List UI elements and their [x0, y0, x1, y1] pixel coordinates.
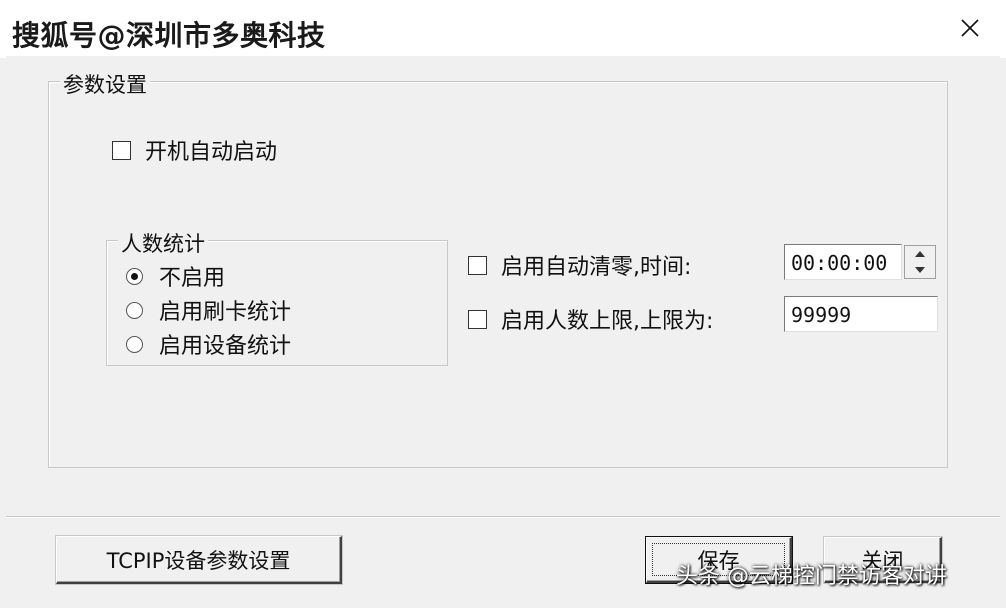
spin-down-icon	[915, 267, 925, 273]
bottom-divider	[6, 516, 1000, 518]
radio-device-count-label: 启用设备统计	[159, 334, 292, 359]
limit-value-field[interactable]: 99999	[784, 296, 938, 332]
auto-clear-checkbox[interactable]	[468, 255, 487, 275]
spin-up-button[interactable]	[905, 246, 935, 262]
auto-start-option[interactable]: 开机自动启动	[112, 134, 277, 166]
auto-clear-label: 启用自动清零,时间:	[501, 255, 692, 280]
spin-up-icon	[915, 251, 925, 257]
radio-disabled-label: 不启用	[159, 266, 226, 291]
radio-card-count-label: 启用刷卡统计	[159, 300, 292, 325]
count-group-label: 人数统计	[118, 228, 208, 258]
radio-disabled[interactable]	[126, 267, 143, 285]
auto-start-checkbox[interactable]	[112, 140, 131, 160]
time-spinner[interactable]	[904, 245, 936, 279]
spin-down-button[interactable]	[905, 262, 935, 278]
radio-option-card-count[interactable]: 启用刷卡统计	[126, 294, 291, 326]
auto-start-label: 开机自动启动	[145, 140, 278, 165]
auto-clear-option[interactable]: 启用自动清零,时间:	[468, 249, 691, 281]
limit-label: 启用人数上限,上限为:	[501, 309, 714, 334]
params-group-label: 参数设置	[60, 69, 150, 99]
dialog-window: 搜狐号@深圳市多奥科技 参数设置 开机自动启动 人数统计 不启用 启用刷卡统计	[0, 0, 1006, 608]
window-title: 搜狐号@深圳市多奥科技	[12, 19, 326, 52]
radio-option-device-count[interactable]: 启用设备统计	[126, 328, 291, 360]
radio-card-count[interactable]	[126, 301, 143, 319]
close-icon	[961, 19, 979, 37]
limit-option[interactable]: 启用人数上限,上限为:	[468, 303, 713, 335]
watermark-text: 头条 @云梯控门禁访客对讲	[676, 564, 947, 589]
title-bar: 搜狐号@深圳市多奥科技	[0, 0, 1006, 58]
close-window-button[interactable]	[948, 10, 992, 46]
radio-option-disabled[interactable]: 不启用	[126, 260, 225, 292]
limit-checkbox[interactable]	[468, 309, 487, 329]
tcpip-settings-button[interactable]: TCPIP设备参数设置	[56, 536, 342, 584]
clear-time-field[interactable]: 00:00:00	[784, 244, 902, 280]
radio-device-count[interactable]	[126, 335, 143, 353]
dialog-client-area: 参数设置 开机自动启动 人数统计 不启用 启用刷卡统计 启用设备统计 启用自动清…	[6, 56, 1000, 604]
